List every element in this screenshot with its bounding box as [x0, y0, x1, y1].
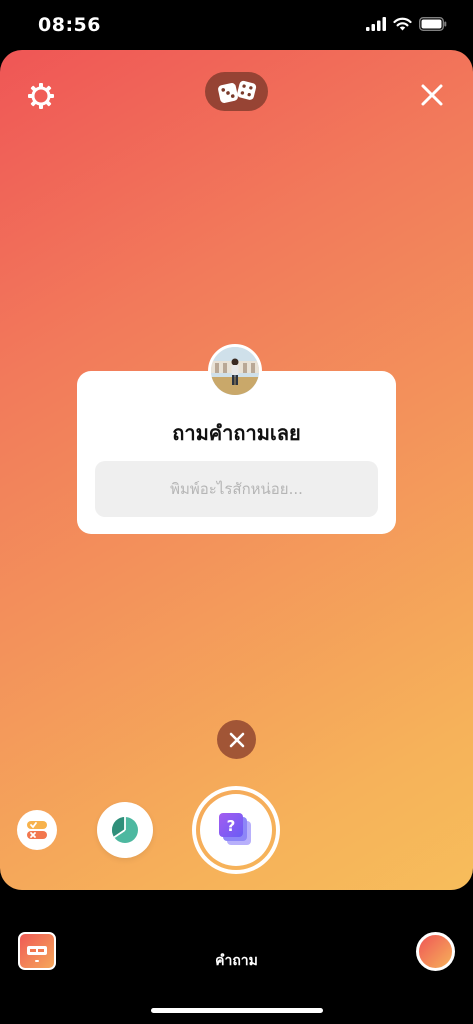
quiz-sticker-button[interactable] [17, 810, 57, 850]
question-sticker-capture-button[interactable]: ? [192, 786, 280, 874]
discard-sticker-button[interactable] [217, 720, 256, 759]
background-color-button[interactable] [416, 932, 455, 971]
answer-input[interactable]: พิมพ์อะไรสักหน่อย... [95, 461, 378, 517]
gear-icon [28, 83, 54, 109]
status-icons [366, 17, 447, 31]
status-time: 08:56 [38, 14, 101, 36]
status-bar: 08:56 [0, 0, 473, 50]
bottom-bar: คำถาม [0, 890, 473, 1024]
settings-button[interactable] [22, 77, 60, 115]
battery-icon [419, 17, 447, 31]
quiz-icon [27, 821, 47, 839]
poll-sticker-button[interactable] [97, 802, 153, 858]
close-button[interactable] [414, 77, 450, 113]
home-indicator [151, 1008, 323, 1013]
dice-icon [217, 80, 256, 103]
question-sticker-icon: ? [219, 813, 251, 845]
profile-photo [211, 347, 259, 395]
avatar [208, 344, 262, 398]
capture-inner: ? [200, 794, 272, 866]
svg-text:?: ? [227, 817, 236, 835]
question-title[interactable]: ถามคำถามเลย [77, 417, 396, 449]
mode-label[interactable]: คำถาม [0, 950, 473, 972]
randomize-question-button[interactable] [205, 72, 268, 111]
close-icon [421, 84, 443, 106]
signal-icon [366, 17, 386, 31]
story-canvas: ถามคำถามเลย พิมพ์อะไรสักหน่อย... ? [0, 50, 473, 890]
close-icon [229, 732, 244, 747]
poll-icon [112, 817, 138, 843]
wifi-icon [393, 17, 412, 31]
